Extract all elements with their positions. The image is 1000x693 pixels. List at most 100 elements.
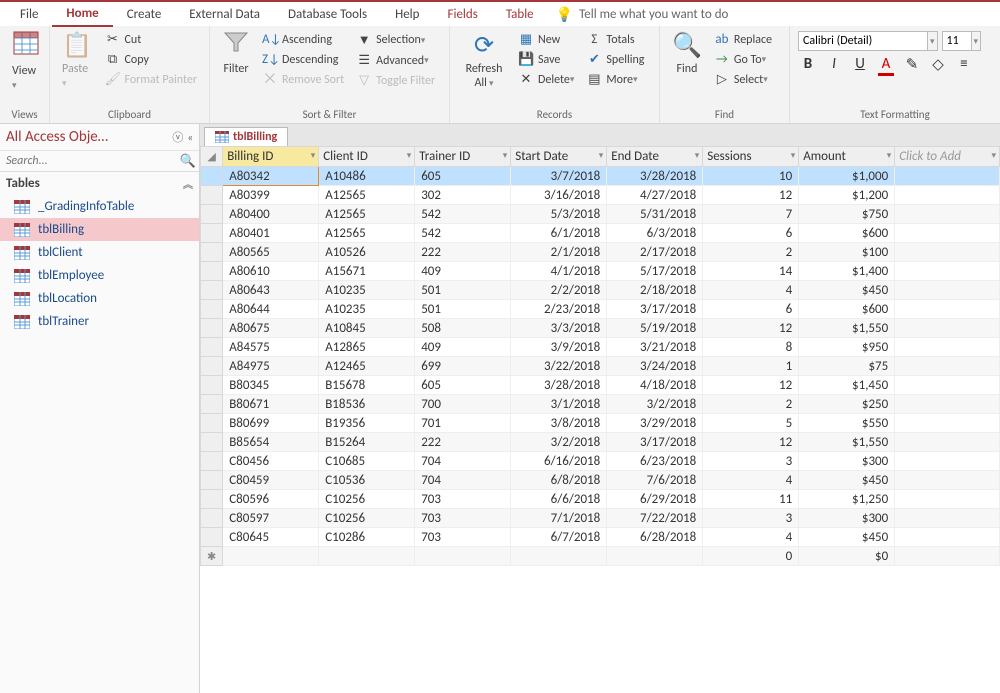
cell-start-date[interactable]: 6/16/2018: [511, 452, 607, 471]
cell-billing-id[interactable]: C80645: [223, 528, 319, 547]
cell-sessions[interactable]: 6: [703, 224, 799, 243]
cell-amount[interactable]: $1,550: [799, 433, 895, 452]
font-size-combo[interactable]: [942, 31, 972, 51]
cell-amount[interactable]: $750: [799, 205, 895, 224]
cell-client-id[interactable]: B18536: [319, 395, 415, 414]
row-selector[interactable]: [201, 528, 223, 547]
cell-billing-id[interactable]: A84575: [223, 338, 319, 357]
cell-amount[interactable]: $0: [799, 547, 895, 566]
nav-table-tbltrainer[interactable]: tblTrainer: [0, 310, 199, 333]
more-button[interactable]: ▤More: [582, 71, 648, 88]
nav-table-tbllocation[interactable]: tblLocation: [0, 287, 199, 310]
cell-trainer-id[interactable]: 704: [415, 452, 511, 471]
click-to-add-column[interactable]: Click to Add▾: [895, 147, 1000, 167]
advanced-button[interactable]: ☰Advanced: [352, 52, 439, 69]
cell-start-date[interactable]: 2/1/2018: [511, 243, 607, 262]
cell-start-date[interactable]: 3/1/2018: [511, 395, 607, 414]
cell-start-date[interactable]: 3/22/2018: [511, 357, 607, 376]
cell-trainer-id[interactable]: 699: [415, 357, 511, 376]
cell-amount[interactable]: $300: [799, 509, 895, 528]
sort-desc-button[interactable]: Z↓Descending: [258, 51, 348, 68]
row-selector[interactable]: [201, 167, 223, 186]
select-button[interactable]: ▷Select: [710, 71, 776, 88]
menu-external-data[interactable]: External Data: [175, 3, 274, 26]
cell-sessions[interactable]: 11: [703, 490, 799, 509]
column-header-sessions[interactable]: Sessions▾: [703, 147, 799, 167]
cell-empty[interactable]: [895, 433, 1000, 452]
cell-amount[interactable]: $450: [799, 281, 895, 300]
cell-client-id[interactable]: A10845: [319, 319, 415, 338]
cell-end-date[interactable]: 7/6/2018: [607, 471, 703, 490]
cell-trainer-id[interactable]: 222: [415, 243, 511, 262]
table-row[interactable]: A80675A108455083/3/20185/19/201812$1,550: [201, 319, 1000, 338]
table-row[interactable]: B85654B152642223/2/20183/17/201812$1,550: [201, 433, 1000, 452]
sort-asc-button[interactable]: A↓Ascending: [258, 31, 348, 48]
row-selector[interactable]: [201, 300, 223, 319]
cell-start-date[interactable]: 3/9/2018: [511, 338, 607, 357]
cell-client-id[interactable]: C10286: [319, 528, 415, 547]
menu-file[interactable]: File: [6, 3, 52, 26]
row-selector[interactable]: [201, 338, 223, 357]
totals-button[interactable]: ΣTotals: [582, 31, 648, 48]
table-row[interactable]: A80342A104866053/7/20183/28/201810$1,000: [201, 167, 1000, 186]
object-tab-tblbilling[interactable]: tblBilling: [204, 127, 288, 146]
cell-billing-id[interactable]: B85654: [223, 433, 319, 452]
cell-empty[interactable]: [895, 528, 1000, 547]
cell-amount[interactable]: $1,400: [799, 262, 895, 281]
row-selector[interactable]: [201, 376, 223, 395]
cell-sessions[interactable]: 12: [703, 433, 799, 452]
cell-start-date[interactable]: 5/3/2018: [511, 205, 607, 224]
cell-client-id[interactable]: B19356: [319, 414, 415, 433]
cell-amount[interactable]: $450: [799, 528, 895, 547]
cell-end-date[interactable]: 4/18/2018: [607, 376, 703, 395]
cell-sessions[interactable]: 2: [703, 395, 799, 414]
cell-start-date[interactable]: 3/28/2018: [511, 376, 607, 395]
cell-empty[interactable]: [895, 300, 1000, 319]
cell-end-date[interactable]: 6/29/2018: [607, 490, 703, 509]
cell-client-id[interactable]: A12465: [319, 357, 415, 376]
cell-sessions[interactable]: 12: [703, 186, 799, 205]
cell-empty[interactable]: [895, 357, 1000, 376]
menu-help[interactable]: Help: [381, 3, 433, 26]
nav-search-button[interactable]: 🔍: [177, 151, 199, 172]
table-row[interactable]: A80610A156714094/1/20185/17/201814$1,400: [201, 262, 1000, 281]
row-selector[interactable]: [201, 509, 223, 528]
cell-sessions[interactable]: 8: [703, 338, 799, 357]
cell-amount[interactable]: $75: [799, 357, 895, 376]
table-row[interactable]: A84575A128654093/9/20183/21/20188$950: [201, 338, 1000, 357]
table-row[interactable]: B80345B156786053/28/20184/18/201812$1,45…: [201, 376, 1000, 395]
nav-title[interactable]: All Access Obje…: [6, 128, 108, 146]
cell-client-id[interactable]: C10685: [319, 452, 415, 471]
cell-sessions[interactable]: 6: [703, 300, 799, 319]
cell-sessions[interactable]: 4: [703, 528, 799, 547]
table-row[interactable]: A80644A102355012/23/20183/17/20186$600: [201, 300, 1000, 319]
cell-client-id[interactable]: C10536: [319, 471, 415, 490]
nav-table-tblbilling[interactable]: tblBilling: [0, 218, 199, 241]
bold-button[interactable]: B: [800, 55, 816, 76]
cell-amount[interactable]: $1,250: [799, 490, 895, 509]
cell-end-date[interactable]: 5/17/2018: [607, 262, 703, 281]
nav-table-tblclient[interactable]: tblClient: [0, 241, 199, 264]
cell-amount[interactable]: $550: [799, 414, 895, 433]
cell-trainer-id[interactable]: 605: [415, 167, 511, 186]
cell-client-id[interactable]: A12865: [319, 338, 415, 357]
font-name-combo[interactable]: [798, 31, 928, 51]
cell-start-date[interactable]: 6/1/2018: [511, 224, 607, 243]
cell-client-id[interactable]: C10256: [319, 490, 415, 509]
underline-button[interactable]: U: [852, 55, 868, 76]
new-record-button[interactable]: ▦New: [514, 31, 578, 48]
cell-trainer-id[interactable]: 222: [415, 433, 511, 452]
cell-start-date[interactable]: 4/1/2018: [511, 262, 607, 281]
table-row[interactable]: A80400A125655425/3/20185/31/20187$750: [201, 205, 1000, 224]
column-header-client-id[interactable]: Client ID▾: [319, 147, 415, 167]
menu-fields[interactable]: Fields: [433, 3, 491, 26]
cell-trainer-id[interactable]: 302: [415, 186, 511, 205]
cell-start-date[interactable]: 7/1/2018: [511, 509, 607, 528]
cell-client-id[interactable]: A12565: [319, 186, 415, 205]
cell-end-date[interactable]: 3/28/2018: [607, 167, 703, 186]
cell-start-date[interactable]: 3/8/2018: [511, 414, 607, 433]
cell-client-id[interactable]: A12565: [319, 224, 415, 243]
cell-start-date[interactable]: 3/3/2018: [511, 319, 607, 338]
cell-amount[interactable]: $1,450: [799, 376, 895, 395]
new-record-row[interactable]: 0$0: [201, 547, 1000, 566]
